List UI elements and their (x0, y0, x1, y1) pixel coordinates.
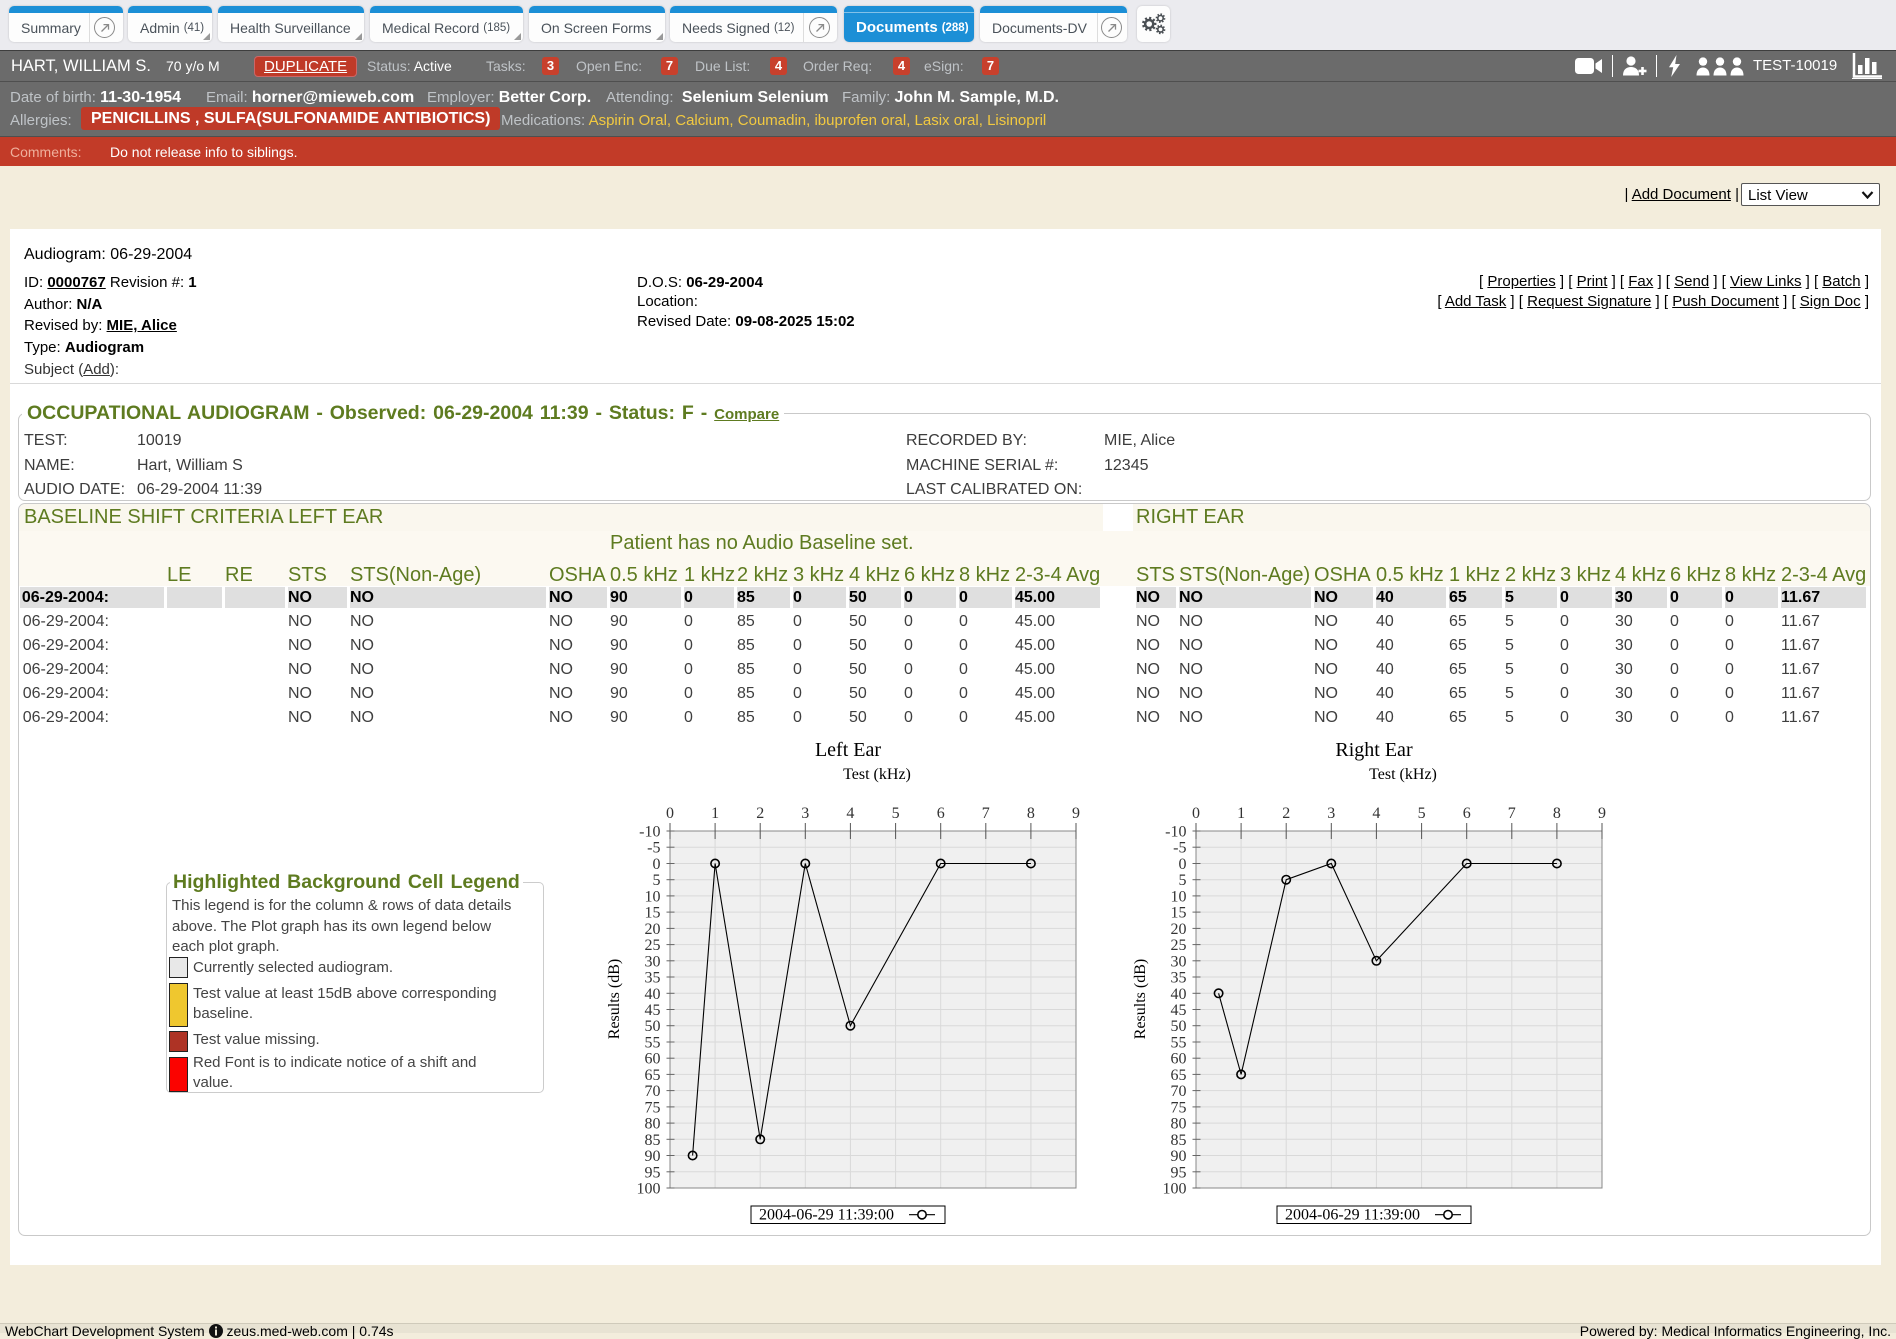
svg-text:55: 55 (645, 1035, 661, 1052)
svg-text:30: 30 (645, 953, 661, 970)
svg-text:8: 8 (1027, 805, 1035, 822)
svg-text:2004-06-29 11:39:00: 2004-06-29 11:39:00 (759, 1207, 894, 1224)
svg-text:25: 25 (1171, 937, 1187, 954)
svg-text:60: 60 (1171, 1051, 1187, 1068)
svg-text:20: 20 (645, 921, 661, 938)
svg-text:100: 100 (637, 1181, 661, 1198)
svg-text:0: 0 (666, 805, 674, 822)
svg-text:-10: -10 (1165, 824, 1186, 841)
svg-text:7: 7 (982, 805, 990, 822)
svg-text:9: 9 (1072, 805, 1080, 822)
svg-text:5: 5 (1179, 872, 1187, 889)
svg-text:90: 90 (1171, 1148, 1187, 1165)
svg-text:4: 4 (846, 805, 854, 822)
svg-text:1: 1 (711, 805, 719, 822)
svg-text:35: 35 (645, 970, 661, 987)
svg-text:1: 1 (1237, 805, 1245, 822)
svg-text:35: 35 (1171, 970, 1187, 987)
svg-text:20: 20 (1171, 921, 1187, 938)
svg-text:9: 9 (1598, 805, 1606, 822)
svg-text:40: 40 (1171, 986, 1187, 1003)
svg-text:6: 6 (937, 805, 945, 822)
svg-text:75: 75 (645, 1099, 661, 1116)
svg-text:15: 15 (645, 905, 661, 922)
svg-text:65: 65 (645, 1067, 661, 1084)
svg-text:80: 80 (1171, 1116, 1187, 1133)
svg-text:3: 3 (801, 805, 809, 822)
svg-text:0: 0 (1179, 856, 1187, 873)
svg-text:7: 7 (1508, 805, 1516, 822)
svg-text:65: 65 (1171, 1067, 1187, 1084)
svg-text:85: 85 (1171, 1132, 1187, 1149)
svg-text:10: 10 (645, 888, 661, 905)
svg-text:75: 75 (1171, 1099, 1187, 1116)
svg-text:0: 0 (1192, 805, 1200, 822)
svg-text:5: 5 (653, 872, 661, 889)
svg-text:30: 30 (1171, 953, 1187, 970)
svg-text:Test (kHz): Test (kHz) (843, 766, 911, 783)
svg-text:5: 5 (1418, 805, 1426, 822)
svg-text:0: 0 (653, 856, 661, 873)
svg-text:Left Ear: Left Ear (815, 739, 881, 761)
svg-text:Test (kHz): Test (kHz) (1369, 766, 1437, 783)
svg-text:45: 45 (645, 1002, 661, 1019)
svg-text:Results (dB): Results (dB) (606, 959, 623, 1039)
svg-text:10: 10 (1171, 888, 1187, 905)
svg-text:100: 100 (1163, 1181, 1187, 1198)
svg-text:95: 95 (1171, 1164, 1187, 1181)
svg-text:3: 3 (1327, 805, 1335, 822)
svg-text:2: 2 (756, 805, 764, 822)
svg-text:2004-06-29 11:39:00: 2004-06-29 11:39:00 (1285, 1207, 1420, 1224)
svg-text:Right Ear: Right Ear (1335, 739, 1413, 761)
svg-text:-5: -5 (1173, 840, 1186, 857)
svg-text:80: 80 (645, 1116, 661, 1133)
svg-text:25: 25 (645, 937, 661, 954)
svg-text:40: 40 (645, 986, 661, 1003)
svg-text:50: 50 (1171, 1018, 1187, 1035)
svg-text:-10: -10 (639, 824, 660, 841)
svg-text:60: 60 (645, 1051, 661, 1068)
svg-text:95: 95 (645, 1164, 661, 1181)
svg-text:8: 8 (1553, 805, 1561, 822)
svg-text:85: 85 (645, 1132, 661, 1149)
svg-text:15: 15 (1171, 905, 1187, 922)
svg-text:70: 70 (645, 1083, 661, 1100)
svg-text:2: 2 (1282, 805, 1290, 822)
svg-text:55: 55 (1171, 1035, 1187, 1052)
svg-text:Results (dB): Results (dB) (1132, 959, 1149, 1039)
svg-text:90: 90 (645, 1148, 661, 1165)
svg-text:45: 45 (1171, 1002, 1187, 1019)
svg-text:5: 5 (892, 805, 900, 822)
svg-text:-5: -5 (647, 840, 660, 857)
svg-text:50: 50 (645, 1018, 661, 1035)
svg-text:70: 70 (1171, 1083, 1187, 1100)
svg-text:6: 6 (1463, 805, 1471, 822)
svg-text:4: 4 (1372, 805, 1380, 822)
